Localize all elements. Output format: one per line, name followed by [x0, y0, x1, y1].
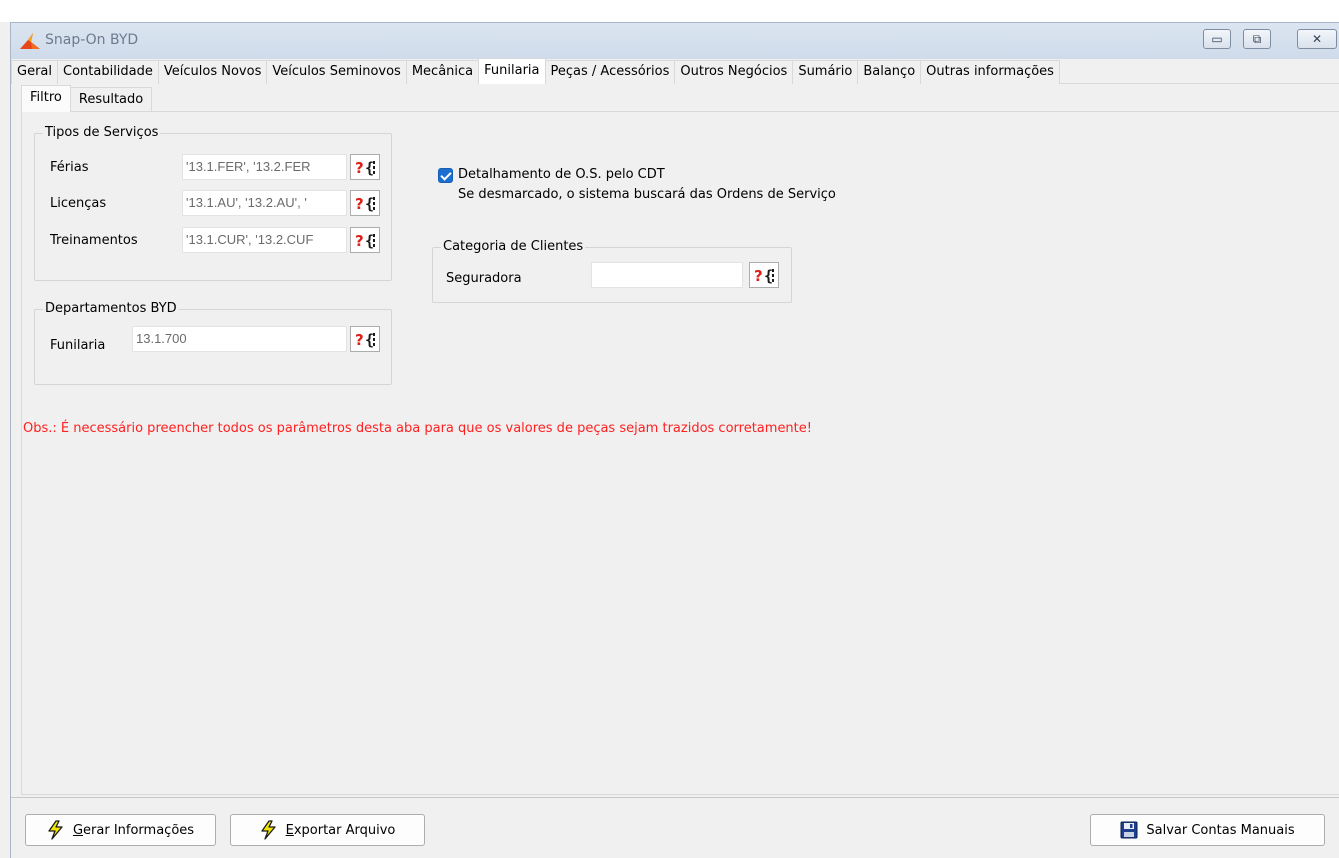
- tab-outros-negocios[interactable]: Outros Negócios: [674, 60, 794, 84]
- window-title: Snap-On BYD: [45, 32, 139, 48]
- gerar-informacoes-button[interactable]: Gerar Informações: [25, 814, 216, 846]
- svg-text:{: {: [365, 159, 374, 177]
- tipos-servicos-legend: Tipos de Serviços: [43, 125, 161, 141]
- save-disk-icon: [1120, 821, 1138, 839]
- treinamentos-label: Treinamentos: [50, 233, 138, 248]
- tab-sumario[interactable]: Sumário: [792, 60, 859, 84]
- restore-icon: ⧉: [1252, 32, 1262, 46]
- query-icon: ? {: [355, 159, 375, 177]
- svg-text:?: ?: [355, 195, 364, 213]
- close-button[interactable]: ✕: [1297, 29, 1337, 49]
- query-icon: ? {: [355, 232, 375, 250]
- sub-tab-strip: Filtro Resultado: [21, 85, 153, 112]
- gerar-informacoes-label: Gerar Informações: [72, 822, 195, 838]
- tipos-servicos-group: Tipos de Serviços Férias '13.1.FER', '13…: [34, 125, 392, 281]
- subtab-resultado[interactable]: Resultado: [69, 87, 153, 112]
- title-bar: Snap-On BYD ▭ ⧉ ✕: [11, 23, 1339, 59]
- ferias-input[interactable]: '13.1.FER', '13.2.FER: [182, 154, 347, 180]
- funilaria-query-button[interactable]: ? {: [350, 326, 380, 352]
- exportar-arquivo-button[interactable]: Exportar Arquivo: [230, 814, 425, 846]
- licencas-query-button[interactable]: ? {: [350, 190, 380, 216]
- categoria-clientes-legend: Categoria de Clientes: [441, 239, 586, 255]
- seguradora-label: Seguradora: [446, 271, 522, 286]
- observation-text: Obs.: É necessário preencher todos os pa…: [23, 421, 812, 436]
- tab-contabilidade[interactable]: Contabilidade: [57, 60, 159, 84]
- treinamentos-input[interactable]: '13.1.CUR', '13.2.CUF: [182, 227, 347, 253]
- detalhamento-label: Detalhamento de O.S. pelo CDT: [458, 167, 665, 182]
- svg-text:?: ?: [754, 267, 763, 285]
- detalhamento-hint: Se desmarcado, o sistema buscará das Ord…: [458, 187, 836, 202]
- licencas-label: Licenças: [50, 196, 107, 211]
- svg-text:{: {: [365, 195, 374, 213]
- svg-text:?: ?: [355, 159, 364, 177]
- treinamentos-query-button[interactable]: ? {: [350, 227, 380, 253]
- app-logo-icon: [20, 33, 40, 49]
- licencas-input[interactable]: '13.1.AU', '13.2.AU', ': [182, 190, 347, 216]
- tab-geral[interactable]: Geral: [11, 60, 58, 84]
- funilaria-label: Funilaria: [50, 338, 106, 353]
- query-icon: ? {: [355, 195, 375, 213]
- tab-funilaria[interactable]: Funilaria: [478, 58, 546, 84]
- close-icon: ✕: [1311, 32, 1323, 46]
- svg-text:{: {: [365, 331, 374, 349]
- minimize-icon: ▭: [1211, 32, 1223, 46]
- lightning-icon: [260, 820, 276, 840]
- salvar-contas-manuais-button[interactable]: Salvar Contas Manuais: [1090, 814, 1325, 846]
- restore-button[interactable]: ⧉: [1243, 29, 1271, 49]
- tab-outras-informacoes[interactable]: Outras informações: [920, 60, 1060, 84]
- detalhamento-checkbox[interactable]: [438, 168, 453, 183]
- tab-veiculos-novos[interactable]: Veículos Novos: [157, 60, 268, 84]
- seguradora-query-button[interactable]: ? {: [749, 262, 779, 288]
- ferias-query-button[interactable]: ? {: [350, 154, 380, 180]
- filtro-panel: Tipos de Serviços Férias '13.1.FER', '13…: [21, 111, 1339, 795]
- departamentos-legend: Departamentos BYD: [43, 301, 179, 317]
- departamentos-group: Departamentos BYD Funilaria 13.1.700 ? {: [34, 301, 392, 385]
- tab-veiculos-seminovos[interactable]: Veículos Seminovos: [266, 60, 407, 84]
- main-tab-strip: Geral Contabilidade Veículos Novos Veícu…: [11, 58, 1339, 84]
- tab-balanco[interactable]: Balanço: [857, 60, 922, 84]
- svg-text:{: {: [365, 232, 374, 250]
- svg-text:{: {: [764, 267, 773, 285]
- top-band: [0, 0, 1339, 22]
- query-icon: ? {: [355, 331, 375, 349]
- svg-text:?: ?: [355, 331, 364, 349]
- categoria-clientes-group: Categoria de Clientes Seguradora ? {: [432, 239, 792, 303]
- svg-text:?: ?: [355, 232, 364, 250]
- query-icon: ? {: [754, 267, 774, 285]
- funilaria-input[interactable]: 13.1.700: [132, 326, 347, 352]
- bottom-separator: [11, 797, 1339, 798]
- exportar-arquivo-label: Exportar Arquivo: [285, 822, 396, 838]
- main-window: Snap-On BYD ▭ ⧉ ✕ Geral Contabilidade Ve…: [10, 22, 1339, 858]
- lightning-icon: [48, 820, 63, 840]
- subtab-filtro[interactable]: Filtro: [21, 85, 71, 112]
- salvar-contas-manuais-label: Salvar Contas Manuais: [1146, 822, 1295, 838]
- minimize-button[interactable]: ▭: [1203, 29, 1231, 49]
- seguradora-input[interactable]: [591, 262, 743, 288]
- tab-mecanica[interactable]: Mecânica: [405, 60, 480, 84]
- tab-pecas-acessorios[interactable]: Peças / Acessórios: [544, 60, 676, 84]
- ferias-label: Férias: [50, 160, 89, 175]
